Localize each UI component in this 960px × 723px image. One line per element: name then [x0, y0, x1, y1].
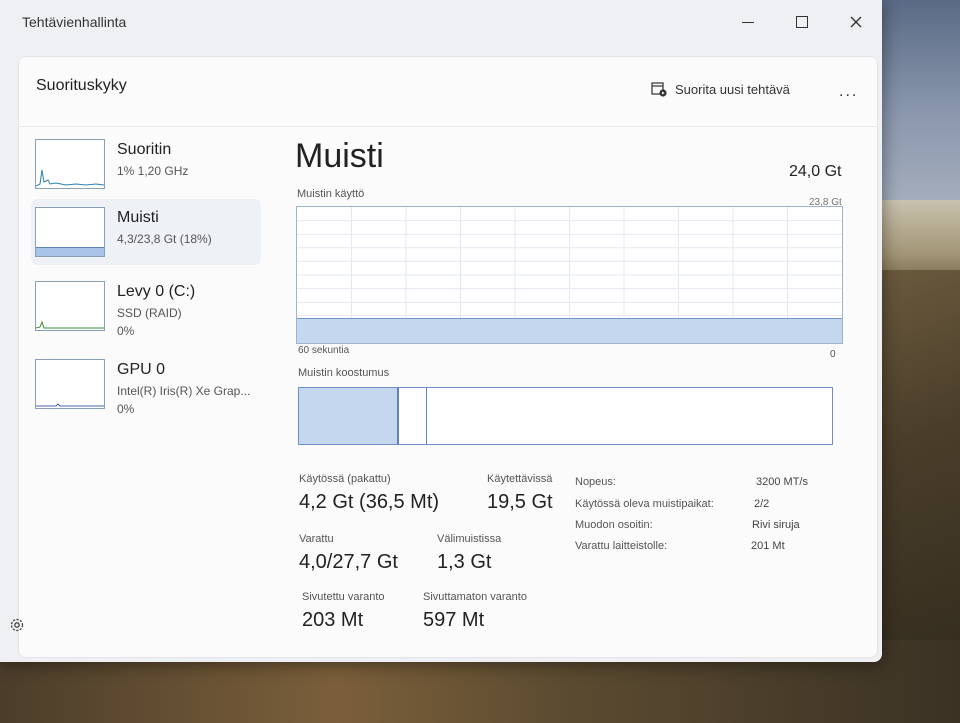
memory-composition-bar: [298, 387, 833, 445]
stat-label: Varattu: [299, 533, 334, 545]
stat-value: 4,2 Gt (36,5 Mt): [299, 491, 440, 513]
sidebar-item-sub: Intel(R) Iris(R) Xe Grap...: [117, 384, 251, 398]
composition-in-use: [299, 388, 399, 444]
performance-panel: Suorituskyky Suorita uusi tehtävä ... Su…: [18, 56, 878, 658]
detail-slots-label: Käytössä oleva muistipaikat:: [575, 498, 714, 510]
title-bar[interactable]: Tehtävienhallinta: [0, 0, 882, 48]
sidebar-item-disk[interactable]: Levy 0 (C:) SSD (RAID) 0%: [31, 273, 261, 339]
detail-speed-label: Nopeus:: [575, 476, 616, 488]
sidebar-item-usage: 0%: [117, 324, 135, 338]
usage-graph-label: Muistin käyttö: [297, 188, 365, 200]
memory-usage-fill: [297, 317, 842, 343]
disk-thumbnail-graph: [35, 281, 105, 331]
composition-modified: [399, 388, 427, 444]
header-divider: [19, 126, 877, 127]
settings-gear-icon[interactable]: [8, 616, 26, 634]
more-options-button[interactable]: ...: [839, 83, 858, 101]
maximize-icon: [796, 16, 808, 28]
gpu-thumbnail-graph: [35, 359, 105, 409]
maximize-button[interactable]: [779, 8, 825, 36]
sidebar-item-sub: SSD (RAID): [117, 306, 182, 320]
stat-value: 203 Mt: [302, 609, 364, 631]
stat-value: 4,0/27,7 Gt: [299, 551, 398, 573]
sidebar-item-label: Muisti: [117, 209, 159, 226]
stat-value: 19,5 Gt: [487, 491, 553, 513]
task-manager-window: Tehtävienhallinta Suorituskyky Suorita u…: [0, 0, 882, 662]
detail-slots-value: 2/2: [754, 498, 770, 510]
memory-total: 24,0 Gt: [789, 163, 842, 180]
sidebar-item-sub: 1% 1,20 GHz: [117, 164, 189, 178]
stat-available: Käytettävissä 19,5 Gt: [487, 473, 553, 514]
graph-time-label: 60 sekuntia: [298, 345, 350, 356]
detail-speed-value: 3200 MT/s: [756, 476, 808, 488]
stat-value: 597 Mt: [423, 609, 485, 631]
composition-label: Muistin koostumus: [298, 367, 390, 379]
detail-form-factor-value: Rivi siruja: [752, 519, 800, 531]
stat-in-use: Käytössä (pakattu) 4,2 Gt (36,5 Mt): [299, 473, 439, 514]
cpu-thumbnail-graph: [35, 139, 105, 189]
sidebar-item-label: Levy 0 (C:): [117, 283, 196, 300]
sidebar-item-sub: 4,3/23,8 Gt (18%): [117, 232, 212, 246]
sidebar-item-usage: 0%: [117, 402, 135, 416]
close-icon: [850, 16, 862, 28]
detail-hw-reserved-value: 201 Mt: [751, 540, 785, 552]
minimize-button[interactable]: [725, 8, 771, 36]
stat-label: Sivutettu varanto: [302, 591, 385, 603]
run-new-task-label: Suorita uusi tehtävä: [675, 81, 790, 97]
page-title: Suorituskyky: [36, 77, 127, 94]
detail-hw-reserved-label: Varattu laitteistolle:: [575, 540, 668, 552]
graph-zero-label: 0: [830, 349, 836, 360]
stat-label: Käytössä (pakattu): [299, 473, 391, 485]
stat-cached: Välimuistissa 1,3 Gt: [437, 533, 501, 574]
memory-thumbnail-fill: [36, 247, 104, 256]
stat-paged-pool: Sivutettu varanto 203 Mt: [302, 591, 385, 632]
stat-committed: Varattu 4,0/27,7 Gt: [299, 533, 398, 574]
sidebar-item-label: Suoritin: [117, 141, 172, 158]
detail-form-factor-label: Muodon osoitin:: [575, 519, 653, 531]
memory-title: Muisti: [295, 137, 384, 175]
sidebar-item-cpu[interactable]: Suoritin 1% 1,20 GHz: [31, 131, 261, 197]
run-new-task-button[interactable]: Suorita uusi tehtävä: [651, 81, 790, 97]
stat-label: Välimuistissa: [437, 533, 502, 545]
stat-label: Sivuttamaton varanto: [423, 591, 527, 603]
app-title: Tehtävienhallinta: [22, 14, 127, 30]
stat-label: Käytettävissä: [487, 473, 553, 485]
run-task-icon: [651, 82, 667, 97]
sidebar-item-gpu[interactable]: GPU 0 Intel(R) Iris(R) Xe Grap... 0%: [31, 351, 261, 417]
minimize-icon: [742, 21, 754, 23]
sidebar-item-memory[interactable]: Muisti 4,3/23,8 Gt (18%): [31, 199, 261, 265]
sidebar-item-label: GPU 0: [117, 361, 166, 378]
close-button[interactable]: [833, 8, 879, 36]
stat-nonpaged-pool: Sivuttamaton varanto 597 Mt: [423, 591, 527, 632]
stat-value: 1,3 Gt: [437, 551, 492, 573]
memory-usage-graph: [296, 206, 843, 344]
memory-thumbnail-graph: [35, 207, 105, 257]
